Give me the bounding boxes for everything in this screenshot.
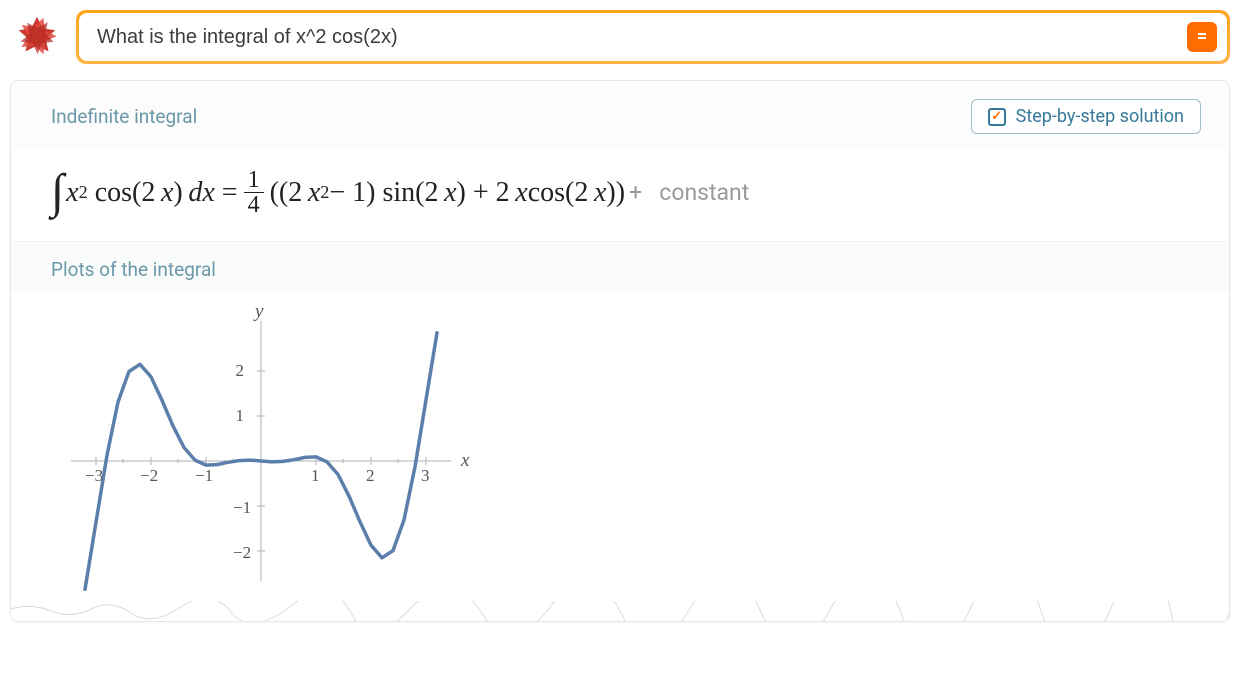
f-pow1: 2	[79, 182, 88, 203]
frac-den: 4	[244, 193, 264, 217]
results-card: Indefinite integral ✓ Step-by-step solut…	[10, 80, 1230, 622]
section-header-integral: Indefinite integral ✓ Step-by-step solut…	[11, 81, 1229, 148]
xtick-m3: −3	[85, 466, 103, 485]
equals-icon: =	[1197, 28, 1207, 46]
logo-icon	[12, 12, 62, 62]
f-cos-x: x	[161, 177, 173, 209]
f-rhs-m2: ) + 2	[457, 177, 510, 209]
x-axis-label: x	[460, 450, 470, 471]
f-eq: =	[222, 177, 238, 209]
f-d: d	[188, 177, 202, 209]
step-button-label: Step-by-step solution	[1016, 106, 1184, 127]
plot-area: −3 −2 −1 1 2 3 1 2 −1 −2 x y	[11, 291, 1229, 621]
f-rhs-x2: x	[444, 177, 456, 209]
f-rhs-open: ((2	[270, 177, 303, 209]
xtick-m1: −1	[195, 466, 213, 485]
frac-num: 1	[244, 168, 264, 193]
f-rhs-x4: x	[594, 177, 606, 209]
submit-button[interactable]: =	[1187, 22, 1217, 52]
section-title-plots: Plots of the integral	[51, 258, 1189, 281]
f-rhs-m1: − 1) sin(2	[329, 177, 438, 209]
f-cos: cos(2	[95, 177, 156, 209]
xtick-3: 3	[421, 466, 430, 485]
step-by-step-button[interactable]: ✓ Step-by-step solution	[971, 99, 1201, 134]
xtick-1: 1	[311, 466, 320, 485]
xtick-2: 2	[366, 466, 375, 485]
f-rhs-pow: 2	[320, 182, 329, 203]
ytick-2: 2	[236, 361, 245, 380]
section-title-integral: Indefinite integral	[51, 105, 197, 128]
section-header-plots: Plots of the integral	[11, 241, 1229, 291]
f-constant: constant	[659, 179, 749, 206]
y-axis-label: y	[253, 301, 264, 322]
torn-edge-decoration	[11, 601, 1230, 622]
f-rhs-x1: x	[308, 177, 320, 209]
integral-plot: −3 −2 −1 1 2 3 1 2 −1 −2 x y	[51, 301, 471, 591]
f-plus: +	[629, 179, 642, 206]
ytick-1: 1	[236, 406, 245, 425]
search-input[interactable]	[97, 26, 1177, 49]
ytick-m1: −1	[233, 498, 251, 517]
formula: ∫ x 2 cos(2 x ) d x = 1 4 ((2 x 2 − 1) s…	[11, 148, 1229, 241]
f-x1: x	[66, 177, 78, 209]
f-cos-close: )	[173, 177, 182, 209]
xtick-m2: −2	[140, 466, 158, 485]
integral-icon: ∫	[51, 173, 64, 211]
checkbox-icon: ✓	[988, 108, 1006, 126]
f-rhs-close: ))	[606, 177, 625, 209]
f-rhs-x3: x	[515, 177, 527, 209]
f-dx: x	[202, 177, 214, 209]
header: =	[0, 0, 1240, 74]
fraction: 1 4	[244, 168, 264, 217]
ytick-m2: −2	[233, 543, 251, 562]
f-rhs-m3: cos(2	[528, 177, 589, 209]
search-bar: =	[76, 10, 1230, 64]
